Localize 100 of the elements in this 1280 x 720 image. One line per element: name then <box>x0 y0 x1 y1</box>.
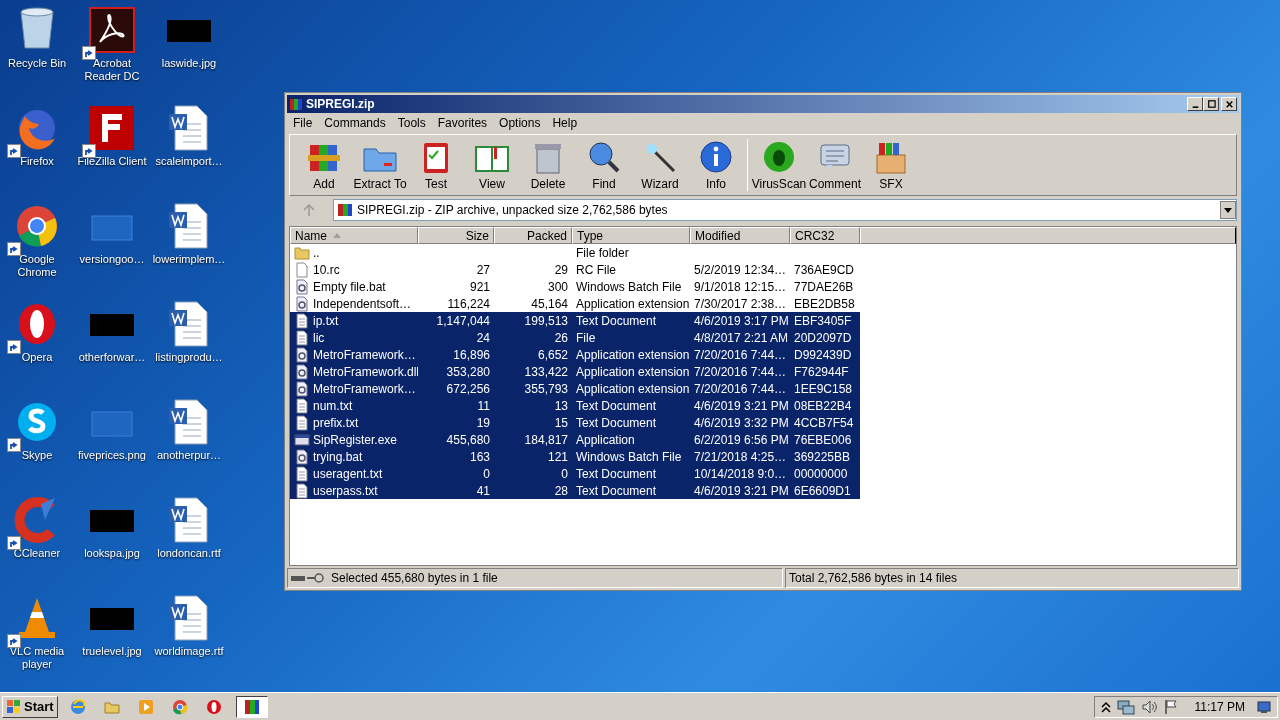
toolbar-button[interactable]: Find <box>576 139 632 191</box>
table-cell-text: Text Document <box>576 482 657 500</box>
chevron-up-icon[interactable] <box>1100 700 1111 713</box>
toolbar-button[interactable]: Info <box>688 139 744 191</box>
table-cell-text: userpass.txt <box>313 482 378 500</box>
table-cell-text: Independentsoft… <box>313 295 412 313</box>
menu-item[interactable]: Options <box>493 114 547 132</box>
toolbar-button[interactable]: Test <box>408 139 464 191</box>
file-row[interactable]: MetroFramework… 16,896 6,652 Application extension 7/20/2016 7:44… D992439D <box>290 346 1236 363</box>
table-cell-text: 16,896 <box>453 346 490 364</box>
file-row[interactable]: ip.txt 1,147,044 199,513 Text Document 4/6/2019 3:17 PM EBF3405F <box>290 312 1236 329</box>
menu-item[interactable]: File <box>287 114 319 132</box>
clock[interactable]: 11:17 PM <box>1194 697 1245 716</box>
toolbar-button[interactable]: Delete <box>520 139 576 191</box>
desktop-icon-label[interactable]: Recycle Bin <box>0 57 74 70</box>
table-cell-text: 45,164 <box>531 295 568 313</box>
desktop-icon-label[interactable]: laswide.jpg <box>152 57 226 70</box>
file-row[interactable]: MetroFramework… 672,256 355,793 Application extension 7/20/2016 7:44… 1EE9C158 <box>290 380 1236 397</box>
column-header[interactable]: Type <box>572 227 690 244</box>
column-header[interactable]: Packed <box>494 227 572 244</box>
desktop-icon-label[interactable]: Acrobat Reader DC <box>75 57 149 83</box>
table-cell-text: Text Document <box>576 465 657 483</box>
desktop-icon-label[interactable]: scaleimport… <box>152 155 226 168</box>
acrobat-icon[interactable] <box>88 6 136 54</box>
table-cell-text: useragent.txt <box>313 465 383 483</box>
status-text: Selected 455,680 bytes in 1 file <box>331 570 498 587</box>
file-row[interactable]: num.txt 11 13 Text Document 4/6/2019 3:21 PM 08EB22B4 <box>290 397 1236 414</box>
desktop-icon-label[interactable]: lookspa.jpg <box>75 547 149 560</box>
opera-icon <box>204 697 223 716</box>
toolbar-button[interactable]: Add <box>296 139 352 191</box>
menu-item[interactable]: Favorites <box>431 114 494 132</box>
table-cell-text: 369225BB <box>794 448 851 466</box>
desktop-icon-label[interactable]: Firefox <box>0 155 74 168</box>
file-row[interactable]: Independentsoft… 116,224 45,164 Application extension 7/30/2017 2:38… EBE2DB58 <box>290 295 1236 312</box>
toolbar-button[interactable]: SFX <box>863 139 919 191</box>
desktop-icon-label[interactable]: CCleaner <box>0 547 74 560</box>
file-row[interactable]: .. File folder <box>290 244 1236 261</box>
network-icon[interactable] <box>1116 698 1135 715</box>
text-document-icon <box>294 482 310 499</box>
flag-icon[interactable] <box>1162 698 1179 715</box>
menu-item[interactable]: Help <box>546 114 584 132</box>
toolbar-button[interactable]: VirusScan <box>751 139 807 191</box>
desktop-icon-label[interactable]: londoncan.rtf <box>152 547 226 560</box>
filezilla-icon[interactable] <box>88 104 136 152</box>
toolbar-button[interactable]: View <box>464 139 520 191</box>
desktop-icon-label[interactable]: Google Chrome <box>0 253 74 279</box>
gear-document-icon <box>294 380 310 397</box>
menu-item[interactable]: Commands <box>318 114 392 132</box>
desktop-icon-label[interactable]: lowerimplem… <box>152 253 226 266</box>
globe-e-icon <box>68 697 87 716</box>
column-header[interactable]: Modified <box>690 227 790 244</box>
file-row[interactable]: lic 24 26 File 4/8/2017 2:21 AM 20D2097D <box>290 329 1236 346</box>
toolbar-button[interactable]: Wizard <box>632 139 688 191</box>
desktop-icon-label[interactable]: versiongoo… <box>75 253 149 266</box>
file-row[interactable]: MetroFramework.dll 353,280 133,422 Application extension 7/20/2016 7:44… F762944F <box>290 363 1236 380</box>
speaker-icon[interactable] <box>1140 698 1157 715</box>
address-field[interactable]: SIPREGI.zip - ZIP archive, unpacked size 2,762,586 bytes <box>333 199 1237 221</box>
minimize-button[interactable] <box>1187 97 1203 111</box>
desktop-icon-label[interactable]: worldimage.rtf <box>152 645 226 658</box>
toolbar-button[interactable]: Comment <box>807 139 863 191</box>
table-cell-text: MetroFramework… <box>313 346 416 364</box>
desktop-icon-label[interactable]: FileZilla Client <box>75 155 149 168</box>
up-arrow-icon <box>303 204 315 216</box>
table-cell-text: 26 <box>554 329 568 347</box>
file-row[interactable]: SipRegister.exe 455,680 184,817 Application 6/2/2019 6:56 PM 76EBE006 <box>290 431 1236 448</box>
table-cell-text: 13 <box>554 397 568 415</box>
table-cell-text: 4/6/2019 3:17 PM <box>694 312 789 330</box>
file-row[interactable]: Empty file.bat 921 300 Windows Batch File 9/1/2018 12:15… 77DAE26B <box>290 278 1236 295</box>
table-cell-text: 672,256 <box>446 380 490 398</box>
table-cell-text: 28 <box>554 482 568 500</box>
desktop-icon-label[interactable]: truelevel.jpg <box>75 645 149 658</box>
maximize-button[interactable] <box>1203 97 1219 111</box>
table-cell-text: 7/20/2016 7:44… <box>694 380 787 398</box>
table-cell-text: .. <box>313 244 320 262</box>
file-row[interactable]: trying.bat 163 121 Windows Batch File 7/21/2018 4:25… 369225BB <box>290 448 1236 465</box>
desktop-icon-label[interactable]: listingprodu… <box>152 351 226 364</box>
desktop-icon-label[interactable]: otherforwar… <box>75 351 149 364</box>
column-header[interactable]: CRC32 <box>790 227 860 244</box>
file-row[interactable]: userpass.txt 41 28 Text Document 4/6/2019 3:21 PM 6E6609D1 <box>290 482 1236 499</box>
column-header[interactable]: Size <box>418 227 494 244</box>
desktop-icon-label[interactable]: fiveprices.png <box>75 449 149 462</box>
start-button[interactable]: Start <box>2 695 58 718</box>
file-row[interactable]: useragent.txt 0 0 Text Document 10/14/2018 9:0… 00000000 <box>290 465 1236 482</box>
column-header[interactable]: Name <box>290 227 418 244</box>
file-row[interactable]: prefix.txt 19 15 Text Document 4/6/2019 3:32 PM 4CCB7F54 <box>290 414 1236 431</box>
taskbar-button[interactable] <box>235 695 268 718</box>
table-cell-text: 6E6609D1 <box>794 482 851 500</box>
table-cell-text: EBF3405F <box>794 312 852 330</box>
show-desktop-icon[interactable] <box>1257 699 1271 714</box>
archive-books-icon <box>242 697 261 716</box>
toolbar-button[interactable]: Extract To <box>352 139 408 191</box>
menu-item[interactable]: Tools <box>391 114 432 132</box>
table-cell-text: 7/30/2017 2:38… <box>694 295 787 313</box>
table-cell-text: 355,793 <box>524 380 568 398</box>
table-cell-text: 4/6/2019 3:21 PM <box>694 397 789 415</box>
file-row[interactable]: 10.rc 27 29 RC File 5/2/2019 12:34… 736AE9CD <box>290 261 1236 278</box>
desktop-icon-label[interactable]: anotherpur… <box>152 449 226 462</box>
close-button[interactable] <box>1221 97 1237 111</box>
desktop-icon-label[interactable]: Opera <box>0 351 74 364</box>
desktop-icon-label[interactable]: Skype <box>0 449 74 462</box>
